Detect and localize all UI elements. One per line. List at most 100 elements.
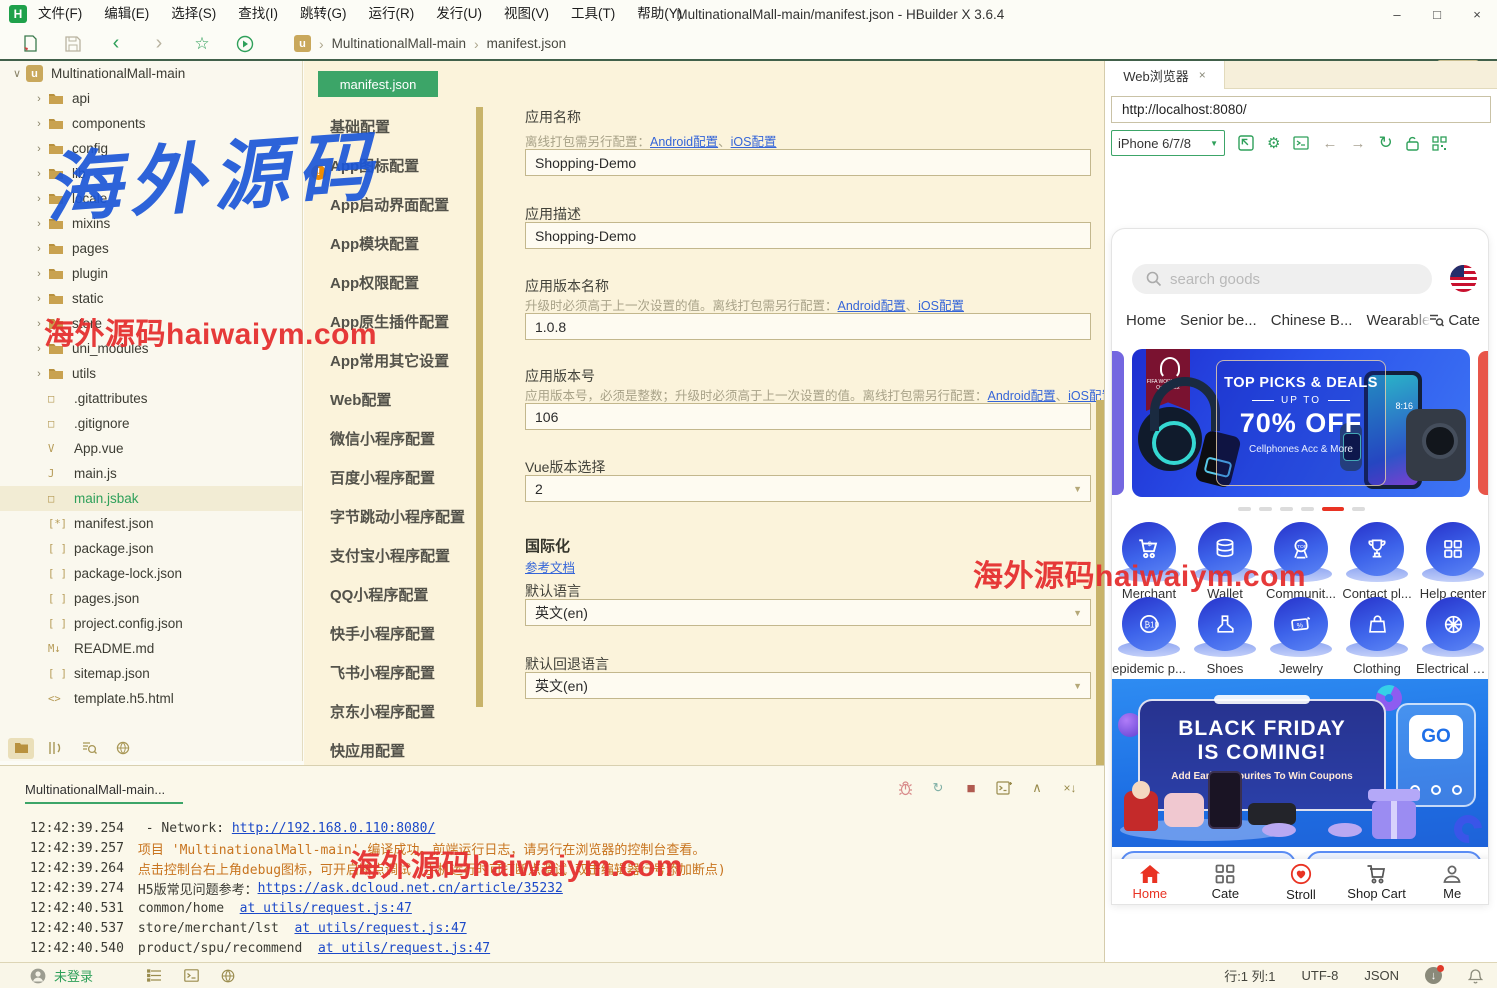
collapse-panel-icon[interactable]: ∧ [1029, 780, 1045, 796]
version-code-input[interactable]: 106 [525, 403, 1091, 430]
language-flag-icon[interactable] [1450, 265, 1477, 292]
log-link[interactable]: https://ask.dcloud.net.cn/article/35232 [258, 881, 563, 896]
menu-item[interactable]: 跳转(G) [289, 6, 358, 21]
chevron-right-icon[interactable]: › [30, 93, 48, 105]
breadcrumb-file[interactable]: manifest.json [487, 36, 567, 51]
banner-slide[interactable]: FIFA WORLD CUPQatar2022 8:16 TOP PICKS &… [1132, 349, 1470, 497]
manifest-section-item[interactable]: QQ小程序配置 [304, 575, 476, 614]
lock-icon[interactable] [1406, 136, 1419, 151]
grid-item-help[interactable]: Help center [1416, 526, 1489, 601]
outline-icon[interactable] [42, 738, 68, 759]
search-files-icon[interactable] [76, 738, 102, 759]
web-view-icon[interactable] [110, 738, 136, 759]
grid-item-shoes[interactable]: Shoes [1188, 601, 1262, 676]
chevron-right-icon[interactable]: › [30, 218, 48, 230]
android-config-link[interactable]: Android配置 [988, 389, 1056, 403]
device-select[interactable]: iPhone 6/7/8 ▼ [1111, 130, 1225, 156]
manifest-section-item[interactable]: 微信小程序配置 [304, 419, 476, 458]
files-view-icon[interactable] [8, 738, 34, 759]
ios-config-link[interactable]: iOS配置 [918, 299, 964, 313]
tree-folder[interactable]: › utils [0, 361, 302, 386]
version-name-input[interactable]: 1.0.8 [525, 313, 1091, 340]
run-icon[interactable] [232, 33, 258, 55]
tree-folder[interactable]: › plugin [0, 261, 302, 286]
minimize-button[interactable]: – [1377, 0, 1417, 28]
tree-file[interactable]: [ ] project.config.json [0, 611, 302, 636]
stop-icon[interactable]: ■ [963, 780, 979, 796]
breadcrumb-project[interactable]: MultinationalMall-main [332, 36, 466, 51]
menu-item[interactable]: 工具(T) [560, 6, 626, 21]
chevron-right-icon[interactable]: › [30, 168, 48, 180]
cursor-position[interactable]: 行:1 列:1 [1224, 966, 1275, 985]
chevron-right-icon[interactable]: › [30, 368, 48, 380]
manifest-section-item[interactable]: 百度小程序配置 [304, 458, 476, 497]
menu-item[interactable]: 选择(S) [160, 6, 227, 21]
android-config-link[interactable]: Android配置 [650, 135, 718, 149]
debug-bug-icon[interactable] [897, 780, 913, 796]
chevron-right-icon[interactable]: › [30, 118, 48, 130]
close-panel-icon[interactable]: ×↓ [1062, 780, 1078, 796]
restart-icon[interactable]: ↻ [930, 780, 946, 796]
grid-item-contact[interactable]: Contact pl... [1340, 526, 1414, 601]
manifest-section-item[interactable]: 基础配置 [304, 107, 476, 146]
chevron-right-icon[interactable]: › [30, 193, 48, 205]
manifest-section-item[interactable]: App模块配置 [304, 224, 476, 263]
manifest-section-item[interactable]: Web配置 [304, 380, 476, 419]
nav-scrollbar[interactable] [476, 107, 483, 707]
category-tab[interactable]: Chinese B... [1271, 312, 1353, 329]
android-config-link[interactable]: Android配置 [838, 299, 906, 313]
tree-folder[interactable]: › mixins [0, 211, 302, 236]
close-tab-icon[interactable]: × [1199, 68, 1206, 82]
grid-item-wallet[interactable]: Wallet [1188, 526, 1262, 601]
tree-file[interactable]: □ main.jsbak [0, 486, 302, 511]
update-download-icon[interactable]: ↓ [1425, 967, 1442, 984]
reference-doc-link[interactable]: 参考文档 [525, 557, 575, 576]
tree-file[interactable]: [ ] sitemap.json [0, 661, 302, 686]
manifest-section-item[interactable]: App常用其它设置 [304, 341, 476, 380]
banner-carousel[interactable]: FIFA WORLD CUPQatar2022 8:16 TOP PICKS &… [1112, 349, 1489, 497]
new-file-icon[interactable] [17, 33, 43, 55]
manifest-section-item[interactable]: 京东小程序配置 [304, 692, 476, 731]
grid-item-clothing[interactable]: Clothing [1340, 601, 1414, 676]
tree-file[interactable]: □ .gitignore [0, 411, 302, 436]
console-tab[interactable]: MultinationalMall-main... [25, 782, 165, 797]
menu-item[interactable]: 查找(I) [227, 6, 289, 21]
console-icon[interactable] [1293, 136, 1309, 150]
menu-item[interactable]: 运行(R) [358, 6, 426, 21]
tree-folder[interactable]: › static [0, 286, 302, 311]
tree-folder[interactable]: › api [0, 86, 302, 111]
tree-file[interactable]: [ ] package.json [0, 536, 302, 561]
avatar-icon[interactable] [30, 968, 46, 984]
menu-item[interactable]: 视图(V) [493, 6, 560, 21]
prev-slide[interactable] [1112, 351, 1124, 495]
black-friday-banner[interactable]: BLACK FRIDAY IS COMING! Add Early Favour… [1112, 679, 1489, 847]
log-link[interactable]: at utils/request.js:47 [240, 901, 412, 916]
nav-me[interactable]: Me [1414, 859, 1489, 905]
tree-folder[interactable]: › components [0, 111, 302, 136]
browser-tab[interactable]: Web浏览器 × [1105, 61, 1225, 89]
notification-bell-icon[interactable] [1468, 968, 1483, 984]
tree-file[interactable]: M↓ README.md [0, 636, 302, 661]
grid-item-merchant[interactable]: $ Merchant [1112, 526, 1186, 601]
ios-config-link[interactable]: iOS配置 [731, 135, 777, 149]
editor-tab-manifest[interactable]: manifest.json [318, 71, 438, 97]
tree-folder[interactable]: › uni_modules [0, 336, 302, 361]
encoding-indicator[interactable]: UTF-8 [1301, 968, 1338, 983]
menu-item[interactable]: 编辑(E) [93, 6, 160, 21]
nav-stroll[interactable]: Stroll [1263, 859, 1339, 905]
tree-root[interactable]: ∨ u MultinationalMall-main [0, 61, 302, 86]
tree-folder[interactable]: › config [0, 136, 302, 161]
nav-shop-cart[interactable]: Shop Cart [1339, 859, 1415, 905]
tree-file[interactable]: V App.vue [0, 436, 302, 461]
chevron-right-icon[interactable]: › [30, 268, 48, 280]
tree-file[interactable]: J main.js [0, 461, 302, 486]
login-status[interactable]: 未登录 [54, 966, 93, 985]
default-language-select[interactable]: 英文(en) ▼ [525, 599, 1091, 626]
manifest-section-item[interactable]: App启动界面配置 [304, 185, 476, 224]
tree-folder[interactable]: › pages [0, 236, 302, 261]
grid-item-electrical[interactable]: Electrical e... [1416, 601, 1489, 676]
category-tab[interactable]: Senior be... [1180, 312, 1257, 329]
fallback-language-select[interactable]: 英文(en) ▼ [525, 672, 1091, 699]
back-icon[interactable]: ‹ [103, 33, 129, 55]
forward-icon[interactable]: › [146, 33, 172, 55]
